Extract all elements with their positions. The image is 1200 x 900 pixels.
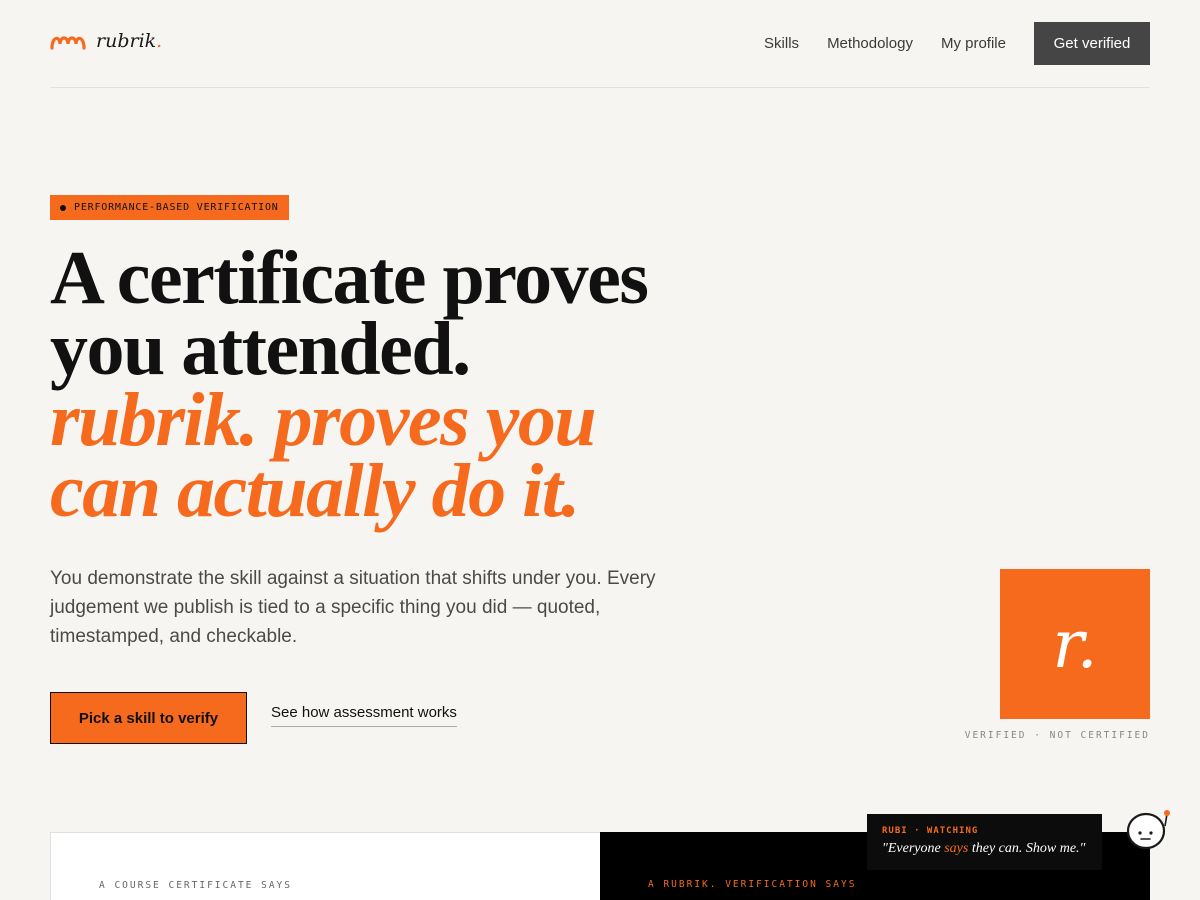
hero-headline: A certificate proves you attended. rubri… xyxy=(50,236,770,533)
rubi-speech-bubble: RUBI · WATCHING "Everyone says they can.… xyxy=(867,814,1102,870)
rubrik-logo-icon xyxy=(50,36,86,50)
nav-item-skills[interactable]: Skills xyxy=(764,22,799,65)
get-verified-button[interactable]: Get verified xyxy=(1034,22,1150,65)
nav-item-methodology[interactable]: Methodology xyxy=(827,22,913,65)
badge-dot-icon xyxy=(60,204,66,211)
seal-caption: VERIFIED · NOT CERTIFIED xyxy=(964,730,1150,741)
pick-skill-button[interactable]: Pick a skill to verify xyxy=(50,692,247,744)
headline-accent-line: can actually do it. xyxy=(50,449,580,533)
seal-letter: r. xyxy=(1052,605,1098,683)
rubi-avatar-icon[interactable] xyxy=(1120,808,1176,856)
verification-label: A RUBRIK. VERIFICATION SAYS xyxy=(648,879,857,890)
certificate-label: A COURSE CERTIFICATE SAYS xyxy=(99,880,292,891)
headline-line: A certificate proves xyxy=(50,236,649,320)
hero-description: You demonstrate the skill against a situ… xyxy=(50,568,656,647)
rubi-status-label: RUBI · WATCHING xyxy=(882,826,979,836)
site-header: rubrik. Skills Methodology My profile Ge… xyxy=(50,0,1150,88)
nav-item-my-profile[interactable]: My profile xyxy=(941,22,1006,65)
brand-wordmark: rubrik. xyxy=(96,30,163,52)
rubi-quote: "Everyone says they can. Show me." xyxy=(882,841,1086,856)
certificate-comparison-card: A COURSE CERTIFICATE SAYS xyxy=(50,832,601,900)
headline-accent-line: rubrik. proves you xyxy=(50,378,597,462)
assessment-link[interactable]: See how assessment works xyxy=(271,704,457,727)
verification-seal: r. xyxy=(1000,569,1150,719)
brand-logo[interactable]: rubrik. xyxy=(50,30,162,52)
hero-badge: PERFORMANCE-BASED VERIFICATION xyxy=(50,195,289,220)
headline-line: you attended. xyxy=(50,307,471,391)
badge-label: PERFORMANCE-BASED VERIFICATION xyxy=(74,202,279,213)
main-nav: Skills Methodology My profile Get verifi… xyxy=(764,22,1150,65)
